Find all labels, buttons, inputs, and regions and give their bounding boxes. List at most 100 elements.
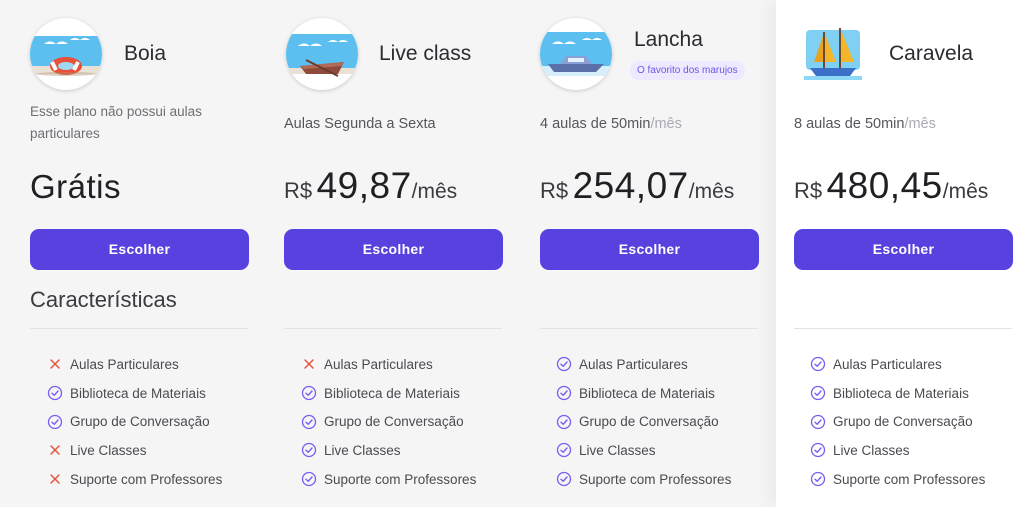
feature-item: Grupo de Conversação: [46, 407, 222, 436]
price-value: 49,87: [316, 165, 412, 206]
feature-label: Live Classes: [70, 442, 147, 458]
feature-label: Suporte com Professores: [833, 471, 986, 487]
x-icon: [46, 355, 64, 373]
description-main: 8 aulas de 50min: [794, 116, 905, 132]
feature-label: Live Classes: [833, 442, 910, 458]
rowboat-illustration: [286, 18, 358, 90]
feature-label: Suporte com Professores: [70, 471, 223, 487]
check-circle-icon: [809, 470, 827, 488]
price-currency: R$: [540, 178, 569, 203]
description-period: /mês: [904, 116, 936, 132]
feature-item: Biblioteca de Materiais: [809, 379, 985, 408]
check-circle-icon: [46, 413, 64, 431]
feature-item: Suporte com Professores: [300, 465, 476, 494]
plan-name: Caravela: [889, 42, 974, 65]
caravel-illustration: [802, 22, 864, 82]
feature-item: Aulas Particulares: [46, 350, 222, 379]
feature-item: Aulas Particulares: [809, 350, 985, 379]
divider: [30, 328, 248, 329]
feature-item: Aulas Particulares: [555, 350, 731, 379]
divider: [284, 328, 502, 329]
plan-price: R$ 254,07/mês: [540, 165, 734, 215]
feature-item: Live Classes: [46, 436, 222, 465]
feature-item: Biblioteca de Materiais: [555, 379, 731, 408]
price-period: /mês: [942, 180, 989, 203]
divider: [794, 328, 1012, 329]
favorite-badge: O favorito dos marujos: [630, 61, 745, 80]
feature-label: Aulas Particulares: [324, 356, 433, 372]
check-circle-icon: [809, 441, 827, 459]
price-value: 480,45: [826, 165, 943, 206]
check-circle-icon: [300, 384, 318, 402]
check-circle-icon: [809, 355, 827, 373]
buoy-illustration: [30, 18, 102, 90]
feature-item: Live Classes: [809, 436, 985, 465]
description-main: 4 aulas de 50min: [540, 116, 651, 132]
plan-price: Grátis: [30, 168, 121, 218]
check-circle-icon: [46, 384, 64, 402]
divider: [540, 328, 758, 329]
feature-list: Aulas Particulares Biblioteca de Materiai…: [809, 350, 985, 493]
feature-item: Aulas Particulares: [300, 350, 476, 379]
feature-label: Grupo de Conversação: [833, 414, 973, 430]
feature-label: Suporte com Professores: [579, 471, 732, 487]
price-period: /mês: [411, 180, 458, 203]
plan-name: Live class: [379, 42, 472, 65]
feature-item: Grupo de Conversação: [555, 407, 731, 436]
feature-label: Suporte com Professores: [324, 471, 477, 487]
feature-item: Suporte com Professores: [555, 465, 731, 494]
plan-card-live-class: Live class Aulas Segunda a Sexta R$ 49,8…: [256, 0, 511, 507]
plan-description: 4 aulas de 50min/mês: [540, 113, 682, 135]
check-circle-icon: [300, 413, 318, 431]
price-value: 254,07: [572, 165, 689, 206]
feature-list: Aulas Particulares Biblioteca de Materiai…: [46, 350, 222, 493]
feature-item: Grupo de Conversação: [300, 407, 476, 436]
description-period: /mês: [650, 116, 682, 132]
check-circle-icon: [809, 413, 827, 431]
price-currency: R$: [794, 178, 823, 203]
check-circle-icon: [809, 384, 827, 402]
plan-description: 8 aulas de 50min/mês: [794, 113, 936, 135]
choose-plan-button[interactable]: Escolher: [794, 229, 1013, 270]
plan-card-boia: Boia Esse plano não possui aulas particu…: [0, 0, 256, 507]
check-circle-icon: [300, 470, 318, 488]
plan-price: R$ 480,45/mês: [794, 165, 988, 215]
feature-label: Grupo de Conversação: [579, 414, 719, 430]
check-circle-icon: [555, 470, 573, 488]
feature-item: Grupo de Conversação: [809, 407, 985, 436]
feature-item: Suporte com Professores: [46, 465, 222, 494]
feature-label: Aulas Particulares: [579, 356, 688, 372]
feature-label: Aulas Particulares: [833, 356, 942, 372]
feature-item: Biblioteca de Materiais: [300, 379, 476, 408]
feature-item: Biblioteca de Materiais: [46, 379, 222, 408]
feature-item: Live Classes: [555, 436, 731, 465]
price-currency: R$: [284, 178, 313, 203]
choose-plan-button[interactable]: Escolher: [540, 229, 759, 270]
plan-description: Esse plano não possui aulas particulares: [30, 104, 202, 141]
feature-item: Suporte com Professores: [809, 465, 985, 494]
feature-item: Live Classes: [300, 436, 476, 465]
x-icon: [300, 355, 318, 373]
feature-label: Grupo de Conversação: [324, 414, 464, 430]
check-circle-icon: [555, 384, 573, 402]
check-circle-icon: [555, 355, 573, 373]
speedboat-illustration: [540, 18, 612, 90]
feature-label: Aulas Particulares: [70, 356, 179, 372]
feature-label: Biblioteca de Materiais: [324, 385, 460, 401]
feature-label: Biblioteca de Materiais: [579, 385, 715, 401]
x-icon: [46, 470, 64, 488]
choose-plan-button[interactable]: Escolher: [30, 229, 249, 270]
plan-description: Aulas Segunda a Sexta: [284, 116, 436, 132]
plan-price: R$ 49,87/mês: [284, 165, 457, 215]
check-circle-icon: [300, 441, 318, 459]
feature-label: Biblioteca de Materiais: [833, 385, 969, 401]
plan-name: Lancha: [634, 28, 703, 51]
check-circle-icon: [555, 441, 573, 459]
plan-card-caravela: Caravela 8 aulas de 50min/mês R$ 480,45/…: [776, 0, 1024, 507]
x-icon: [46, 441, 64, 459]
plan-card-lancha: Lancha O favorito dos marujos 4 aulas de…: [511, 0, 776, 507]
feature-label: Grupo de Conversação: [70, 414, 210, 430]
plan-name: Boia: [124, 42, 167, 65]
choose-plan-button[interactable]: Escolher: [284, 229, 503, 270]
feature-list: Aulas Particulares Biblioteca de Materiai…: [300, 350, 476, 493]
